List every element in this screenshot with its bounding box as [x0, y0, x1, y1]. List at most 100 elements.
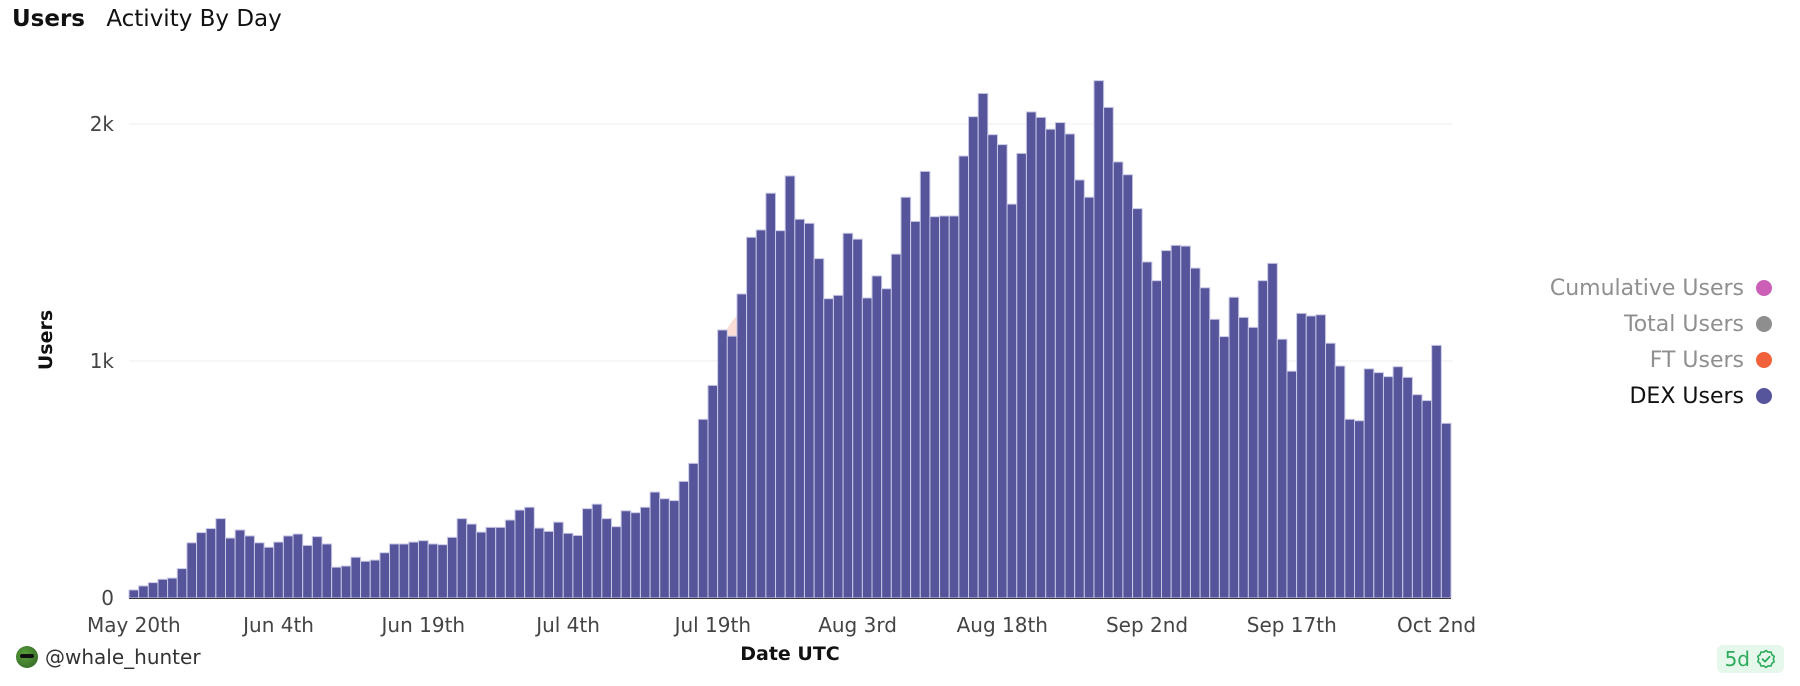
bar[interactable] [572, 534, 584, 599]
bar[interactable] [417, 540, 429, 599]
bar[interactable] [697, 418, 709, 599]
bar[interactable] [360, 560, 371, 599]
bar[interactable] [408, 541, 419, 599]
bar[interactable] [1016, 152, 1027, 599]
bar[interactable] [495, 526, 506, 599]
bar[interactable] [1199, 287, 1211, 599]
bar[interactable] [1315, 314, 1327, 599]
legend-item-total-users[interactable]: Total Users [1550, 306, 1772, 342]
bar[interactable] [562, 532, 574, 599]
bar[interactable] [475, 531, 487, 599]
bar[interactable] [842, 232, 854, 599]
bar[interactable] [881, 288, 892, 599]
bar[interactable] [321, 543, 333, 599]
bar[interactable] [1112, 161, 1124, 599]
bar[interactable] [485, 526, 497, 599]
bar[interactable] [234, 529, 246, 599]
bar[interactable] [755, 229, 767, 599]
bar[interactable] [1083, 196, 1095, 599]
bar[interactable] [524, 506, 535, 599]
bar[interactable] [890, 253, 902, 599]
bar[interactable] [427, 543, 439, 599]
bar[interactable] [282, 535, 294, 599]
bar[interactable] [456, 518, 468, 599]
bar[interactable] [543, 530, 555, 599]
bar[interactable] [1325, 342, 1336, 599]
bar[interactable] [639, 506, 651, 599]
bar[interactable] [273, 541, 284, 599]
bar[interactable] [437, 544, 448, 599]
bar[interactable] [591, 503, 603, 599]
bar[interactable] [1074, 179, 1085, 599]
bar[interactable] [311, 536, 323, 599]
bar[interactable] [331, 566, 342, 599]
bar[interactable] [504, 519, 516, 599]
bar[interactable] [167, 577, 178, 599]
bar[interactable] [900, 196, 912, 599]
bar[interactable] [1006, 203, 1018, 599]
bar[interactable] [379, 552, 391, 599]
bar[interactable] [1180, 245, 1191, 599]
bar[interactable] [1122, 174, 1134, 599]
bar[interactable] [1103, 106, 1114, 599]
bar[interactable] [649, 491, 661, 599]
bar[interactable] [340, 565, 352, 599]
bar[interactable] [987, 134, 998, 599]
bar[interactable] [1132, 208, 1143, 599]
bar[interactable] [1305, 315, 1317, 599]
bar[interactable] [736, 293, 748, 599]
bar[interactable] [1373, 372, 1384, 599]
legend-item-dex-users[interactable]: DEX Users [1550, 378, 1772, 414]
bar[interactable] [1382, 376, 1394, 599]
freshness-badge[interactable]: 5d [1716, 645, 1784, 673]
bar[interactable] [205, 528, 217, 599]
bar[interactable] [668, 500, 680, 599]
bar[interactable] [726, 335, 738, 599]
bar[interactable] [369, 559, 381, 599]
bar[interactable] [553, 521, 564, 599]
bar[interactable] [389, 543, 400, 599]
bar[interactable] [910, 220, 921, 599]
bar[interactable] [1141, 261, 1153, 599]
bar[interactable] [1247, 326, 1259, 599]
bar[interactable] [244, 535, 255, 599]
bar[interactable] [302, 544, 313, 599]
bar[interactable] [446, 536, 458, 599]
bar[interactable] [678, 480, 690, 599]
bar[interactable] [186, 542, 198, 599]
bar[interactable] [746, 236, 757, 599]
bar[interactable] [707, 384, 719, 599]
bar[interactable] [1238, 316, 1249, 599]
bar[interactable] [196, 532, 207, 599]
bar[interactable] [861, 297, 873, 599]
bar[interactable] [128, 589, 140, 599]
bar[interactable] [765, 192, 777, 599]
bar[interactable] [996, 144, 1008, 599]
bar[interactable] [253, 542, 265, 599]
bar[interactable] [1276, 338, 1288, 599]
bar[interactable] [1170, 244, 1182, 599]
bar[interactable] [1218, 336, 1230, 599]
bar[interactable] [659, 498, 670, 599]
bar[interactable] [1296, 312, 1307, 599]
bar[interactable] [1267, 262, 1278, 599]
author-link[interactable]: @whale_hunter [16, 645, 201, 669]
bar[interactable] [1025, 111, 1037, 599]
bar[interactable] [514, 509, 526, 599]
bar[interactable] [939, 215, 950, 599]
bar[interactable] [582, 508, 593, 599]
bar[interactable] [1334, 365, 1346, 599]
bar[interactable] [1402, 376, 1413, 599]
bar[interactable] [1286, 370, 1298, 599]
bar[interactable] [1392, 366, 1404, 599]
bar[interactable] [263, 546, 275, 599]
bar[interactable] [620, 510, 632, 599]
legend-item-cumulative-users[interactable]: Cumulative Users [1550, 270, 1772, 306]
bar[interactable] [813, 258, 825, 599]
bar[interactable] [717, 329, 728, 599]
bar[interactable] [1151, 280, 1163, 599]
bar[interactable] [1054, 122, 1066, 599]
bar[interactable] [1161, 250, 1172, 599]
bar[interactable] [610, 526, 622, 599]
bar[interactable] [794, 218, 805, 599]
